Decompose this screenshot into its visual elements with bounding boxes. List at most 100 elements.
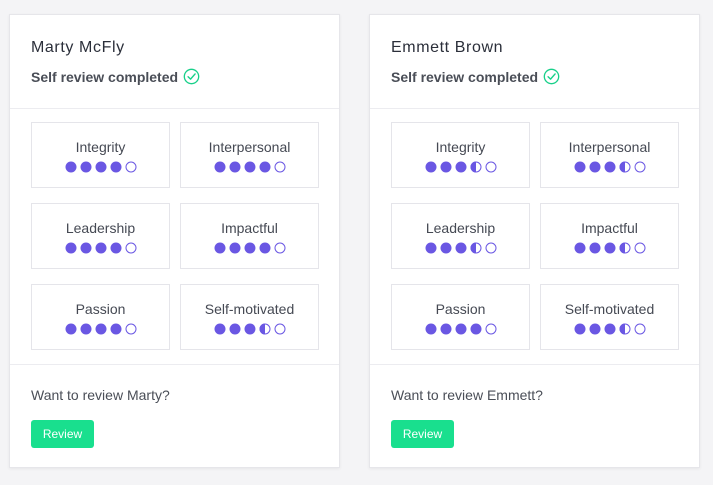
- empty-circle-icon: [274, 323, 285, 335]
- empty-circle-icon: [634, 161, 645, 173]
- filled-circle-icon: [455, 161, 466, 173]
- rating-dots: [425, 323, 497, 335]
- filled-circle-icon: [95, 242, 106, 254]
- empty-circle-icon: [125, 323, 136, 335]
- rating-dots: [65, 323, 137, 335]
- half-circle-icon: [470, 242, 481, 254]
- filled-circle-icon: [589, 242, 600, 254]
- rating-dots: [574, 323, 646, 335]
- card-footer: Want to review Emmett? Review: [370, 364, 699, 448]
- skill-label: Leadership: [425, 220, 496, 236]
- filled-circle-icon: [574, 242, 585, 254]
- rating-dots: [214, 323, 286, 335]
- filled-circle-icon: [259, 161, 270, 173]
- skill-integrity: Integrity: [391, 122, 530, 188]
- filled-circle-icon: [574, 323, 585, 335]
- filled-circle-icon: [214, 161, 225, 173]
- rating-dots: [425, 242, 497, 254]
- skill-impactful: Impactful: [540, 203, 679, 269]
- filled-circle-icon: [65, 161, 76, 173]
- filled-circle-icon: [440, 323, 451, 335]
- empty-circle-icon: [274, 161, 285, 173]
- status-text: Self review completed: [31, 68, 179, 85]
- status-text: Self review completed: [391, 68, 539, 85]
- half-circle-icon: [619, 323, 630, 335]
- filled-circle-icon: [425, 323, 436, 335]
- skill-label: Self-motivated: [564, 301, 655, 317]
- half-circle-icon: [470, 161, 481, 173]
- filled-circle-icon: [604, 323, 615, 335]
- skill-self-motivated: Self-motivated: [540, 284, 679, 350]
- check-circle-icon: [543, 68, 560, 85]
- filled-circle-icon: [259, 242, 270, 254]
- filled-circle-icon: [589, 323, 600, 335]
- empty-circle-icon: [634, 242, 645, 254]
- skills-grid: Integrity Interpersonal Leadership Impac…: [391, 122, 679, 350]
- skill-label: Passion: [435, 301, 486, 317]
- skill-label: Interpersonal: [568, 139, 651, 155]
- filled-circle-icon: [65, 323, 76, 335]
- review-prompt: Want to review Marty?: [31, 387, 170, 403]
- filled-circle-icon: [455, 323, 466, 335]
- filled-circle-icon: [214, 323, 225, 335]
- review-prompt: Want to review Emmett?: [391, 387, 543, 403]
- filled-circle-icon: [65, 242, 76, 254]
- rating-dots: [574, 161, 646, 173]
- filled-circle-icon: [110, 323, 121, 335]
- rating-dots: [214, 161, 286, 173]
- empty-circle-icon: [634, 323, 645, 335]
- skill-label: Integrity: [75, 139, 126, 155]
- empty-circle-icon: [485, 323, 496, 335]
- card-header: Emmett Brown Self review completed: [370, 15, 699, 109]
- rating-dots: [65, 161, 137, 173]
- skill-leadership: Leadership: [391, 203, 530, 269]
- status-line: Self review completed: [31, 68, 200, 85]
- skill-interpersonal: Interpersonal: [540, 122, 679, 188]
- skill-label: Impactful: [221, 220, 278, 236]
- filled-circle-icon: [604, 161, 615, 173]
- filled-circle-icon: [425, 242, 436, 254]
- rating-dots: [65, 242, 137, 254]
- rating-dots: [214, 242, 286, 254]
- rating-dots: [574, 242, 646, 254]
- status-line: Self review completed: [391, 68, 560, 85]
- employee-name: Marty McFly: [31, 39, 125, 56]
- filled-circle-icon: [589, 161, 600, 173]
- filled-circle-icon: [244, 242, 255, 254]
- skill-impactful: Impactful: [180, 203, 319, 269]
- empty-circle-icon: [485, 242, 496, 254]
- filled-circle-icon: [455, 242, 466, 254]
- half-circle-icon: [619, 242, 630, 254]
- filled-circle-icon: [110, 161, 121, 173]
- filled-circle-icon: [440, 242, 451, 254]
- empty-circle-icon: [274, 242, 285, 254]
- skill-label: Interpersonal: [208, 139, 291, 155]
- skill-label: Leadership: [65, 220, 136, 236]
- skill-label: Passion: [75, 301, 126, 317]
- half-circle-icon: [259, 323, 270, 335]
- card-footer: Want to review Marty? Review: [10, 364, 339, 448]
- filled-circle-icon: [80, 242, 91, 254]
- empty-circle-icon: [485, 161, 496, 173]
- skill-integrity: Integrity: [31, 122, 170, 188]
- skill-passion: Passion: [391, 284, 530, 350]
- empty-circle-icon: [125, 161, 136, 173]
- filled-circle-icon: [229, 323, 240, 335]
- employee-name: Emmett Brown: [391, 39, 504, 56]
- skill-interpersonal: Interpersonal: [180, 122, 319, 188]
- filled-circle-icon: [229, 161, 240, 173]
- review-button[interactable]: Review: [31, 420, 94, 448]
- filled-circle-icon: [80, 323, 91, 335]
- filled-circle-icon: [95, 323, 106, 335]
- filled-circle-icon: [110, 242, 121, 254]
- half-circle-icon: [619, 161, 630, 173]
- filled-circle-icon: [470, 323, 481, 335]
- review-card-marty: Marty McFly Self review completed Integr…: [9, 14, 340, 468]
- skill-label: Impactful: [581, 220, 638, 236]
- filled-circle-icon: [229, 242, 240, 254]
- review-button[interactable]: Review: [391, 420, 454, 448]
- filled-circle-icon: [425, 161, 436, 173]
- skill-label: Self-motivated: [204, 301, 295, 317]
- skill-self-motivated: Self-motivated: [180, 284, 319, 350]
- filled-circle-icon: [214, 242, 225, 254]
